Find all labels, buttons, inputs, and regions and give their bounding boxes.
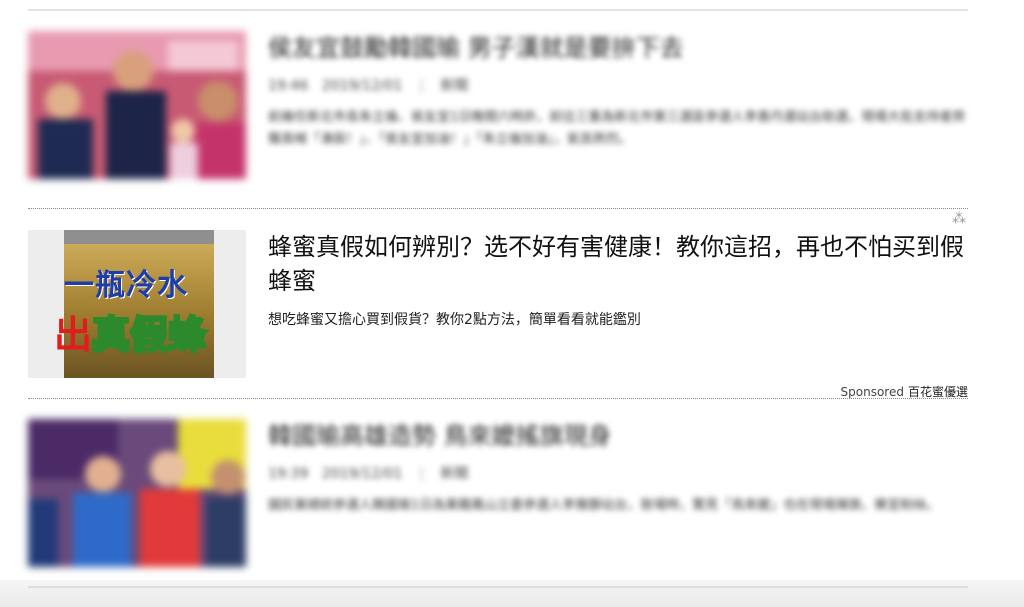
meta-divider [420, 467, 422, 481]
sponsor-name[interactable]: 百花蜜優選 [908, 385, 968, 399]
news-time: 19:39 [268, 466, 309, 482]
dotted-divider [28, 208, 968, 209]
thumb-caption-green: 真假蜂 [91, 312, 208, 359]
news-category[interactable]: 新聞 [440, 78, 468, 94]
ad-thumbnail[interactable]: 一瓶冷水 出真假蜂 [28, 230, 246, 378]
news-meta: 19:46 2019/12/01 新聞 [268, 75, 968, 95]
ad-title[interactable]: 蜂蜜真假如何辨別？选不好有害健康！教你這招，再也不怕买到假蜂蜜 [268, 230, 968, 298]
ad-description: 想吃蜂蜜又擔心買到假貨？教你2點方法，簡單看看就能鑑別 [268, 312, 641, 328]
news-title[interactable]: 韓國瑜高雄造勢 鳥來嬤搖旗現身 [268, 419, 968, 453]
thumb-caption-line2: 出真假蜂 [54, 304, 208, 359]
news-thumbnail[interactable] [28, 31, 246, 179]
bottom-divider [28, 586, 968, 588]
thumb-caption-red: 出 [54, 313, 93, 357]
news-summary: 前幾任新北市長朱立倫、侯友宜1日晚間六時許，前往三重為新北市第三選區參選人李善丹… [268, 110, 966, 147]
news-time: 19:46 [268, 78, 309, 94]
news-date: 2019/12/01 [321, 466, 403, 482]
meta-divider [420, 79, 422, 93]
bottom-fade [0, 580, 1024, 607]
sponsored-text: Sponsored [840, 385, 904, 399]
news-date: 2019/12/01 [321, 78, 403, 94]
news-title[interactable]: 侯友宜鼓勵韓國瑜 男子漢就是要拚下去 [268, 31, 968, 65]
thumb-caption-line1: 一瓶冷水 [64, 268, 188, 303]
top-divider [28, 9, 968, 11]
news-thumbnail[interactable] [28, 419, 246, 567]
adchoice-icon[interactable]: ⁂ [952, 211, 966, 227]
news-summary: 國民黨總統參選人韓國瑜1日為黨籍鳳山立委參選人李雅靜站台，致場時，驚見「鳥來嬤」… [268, 498, 940, 513]
news-category[interactable]: 新聞 [440, 466, 468, 482]
jar-lid [64, 230, 214, 244]
dotted-divider [28, 398, 968, 399]
news-meta: 19:39 2019/12/01 新聞 [268, 463, 968, 483]
